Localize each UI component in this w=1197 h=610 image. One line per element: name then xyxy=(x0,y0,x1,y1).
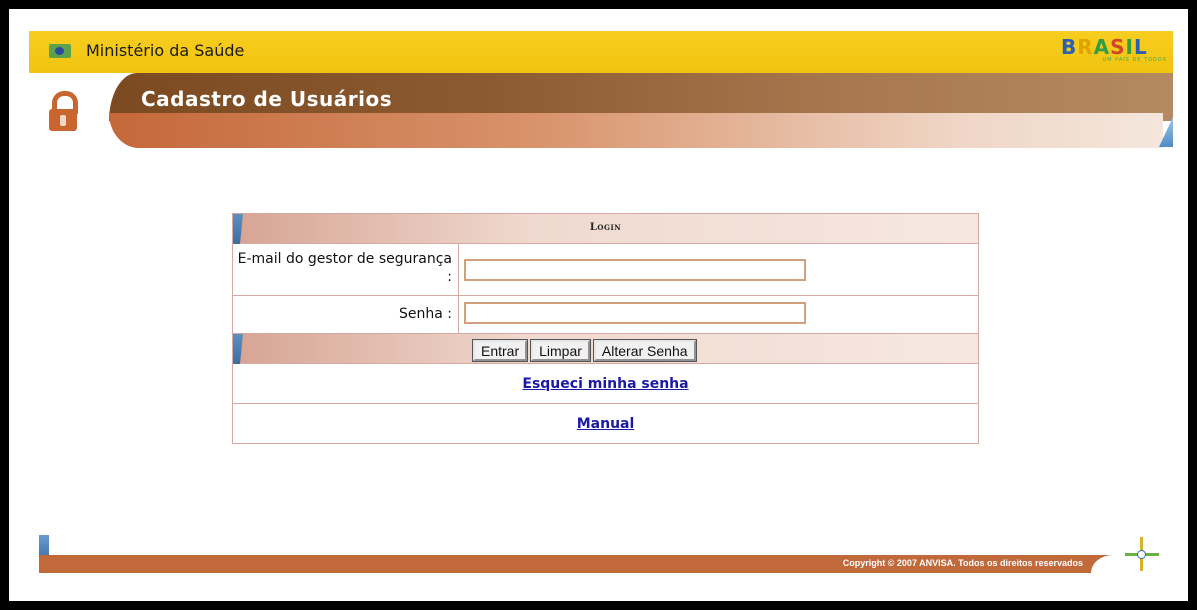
password-label: Senha : xyxy=(233,296,459,333)
ministry-name[interactable]: Ministério da Saúde xyxy=(86,41,244,60)
login-title: Login xyxy=(589,222,622,233)
login-form: Login E-mail do gestor de segurança : Se… xyxy=(232,213,979,444)
brasil-logo: BRASIL UM PAÍS DE TODOS xyxy=(1061,37,1167,63)
brazil-flag-icon xyxy=(49,44,71,58)
email-field[interactable] xyxy=(464,259,806,281)
anvisa-logo-icon xyxy=(1125,537,1159,571)
forgot-password-row: Esqueci minha senha xyxy=(233,364,978,404)
top-bar: Ministério da Saúde BRASIL UM PAÍS DE TO… xyxy=(29,31,1173,73)
brasil-logo-letters: BRASIL xyxy=(1061,35,1148,59)
submit-button[interactable]: Entrar xyxy=(471,339,529,362)
manual-row: Manual xyxy=(233,404,978,444)
email-row: E-mail do gestor de segurança : xyxy=(233,244,978,296)
button-row: Entrar Limpar Alterar Senha xyxy=(233,334,978,364)
header-band: Cadastro de Usuários xyxy=(29,73,1173,148)
padlock-icon xyxy=(49,91,78,131)
footer: Copyright © 2007 ANVISA. Todos os direit… xyxy=(39,533,1173,577)
change-password-button[interactable]: Alterar Senha xyxy=(592,339,697,362)
clear-button[interactable]: Limpar xyxy=(530,339,591,362)
forgot-password-link[interactable]: Esqueci minha senha xyxy=(522,376,688,392)
email-label: E-mail do gestor de segurança : xyxy=(233,244,459,295)
page: Ministério da Saúde BRASIL UM PAÍS DE TO… xyxy=(9,9,1188,601)
blue-tab-decoration xyxy=(233,334,243,364)
manual-link[interactable]: Manual xyxy=(577,416,635,432)
button-group: Entrar Limpar Alterar Senha xyxy=(471,339,697,362)
copyright-text: Copyright © 2007 ANVISA. Todos os direit… xyxy=(842,558,1083,568)
password-field[interactable] xyxy=(464,302,806,324)
password-row: Senha : xyxy=(233,296,978,334)
header-band-light xyxy=(109,113,1163,148)
login-title-row: Login xyxy=(233,214,978,244)
page-title: Cadastro de Usuários xyxy=(141,87,393,111)
